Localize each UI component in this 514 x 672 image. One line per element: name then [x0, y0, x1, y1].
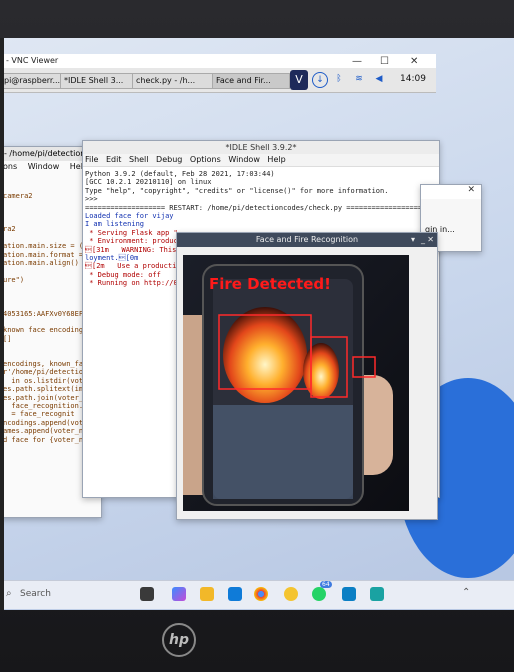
volume-icon[interactable]: ◀ — [372, 72, 386, 86]
menu-debug[interactable]: Debug — [156, 155, 182, 164]
chrome-icon[interactable] — [254, 587, 268, 601]
menu-window[interactable]: Window — [28, 162, 60, 171]
taskbar-tab-idle[interactable]: *IDLE Shell 3... — [60, 73, 134, 89]
taskbar-tab-face-fire[interactable]: Face and Fir... — [212, 73, 290, 89]
maximize-button[interactable]: ☐ — [380, 56, 389, 67]
menu-window[interactable]: Window — [228, 155, 260, 164]
bluetooth-icon[interactable]: ᛒ — [332, 72, 346, 86]
face-fire-titlebar: Face and Fire Recognition ▾ _ ✕ — [177, 233, 437, 247]
menu-help[interactable]: Help — [267, 155, 285, 164]
windows-taskbar: ⌕ Search 64 ⌃ — [0, 580, 514, 609]
minimize-icon[interactable]: _ — [421, 233, 425, 247]
minimize-button[interactable]: — — [352, 56, 362, 67]
whatsapp-icon[interactable] — [312, 587, 326, 601]
idle-title: *IDLE Shell 3.9.2* — [83, 141, 439, 154]
shell-line: Type "help", "copyright", "credits" or "… — [85, 186, 389, 195]
menu-shell[interactable]: Shell — [129, 155, 149, 164]
camera-feed: Fire Detected! — [183, 255, 409, 511]
clock: 14:09 — [400, 74, 426, 84]
collapse-icon[interactable]: ▾ — [411, 233, 415, 247]
file-explorer-icon[interactable] — [200, 587, 214, 601]
vnc-viewer-titlebar: - VNC Viewer — ☐ ✕ — [0, 54, 436, 68]
taskbar-tab-terminal[interactable]: pi@raspberr... — [0, 73, 62, 89]
menu-options[interactable]: Options — [190, 155, 221, 164]
shell-line: =================== RESTART: /home/pi/de… — [85, 203, 427, 212]
screen-bezel — [0, 38, 4, 610]
shell-line: Loaded face for vijay — [85, 212, 174, 221]
vnc-title: - VNC Viewer — [6, 56, 59, 65]
fire-blob-small — [303, 343, 339, 399]
shell-line: >>> — [85, 195, 98, 204]
shell-line: I am listening — [85, 220, 145, 229]
edge-icon[interactable] — [228, 587, 242, 601]
search-input[interactable]: Search — [20, 589, 51, 599]
update-icon[interactable]: ↓ — [312, 72, 328, 88]
close-button[interactable]: ✕ — [410, 56, 418, 67]
chevron-up-icon[interactable]: ⌃ — [462, 587, 470, 598]
notification-badge: 64 — [320, 581, 332, 588]
vnc-app-icon[interactable] — [342, 587, 356, 601]
menu-file[interactable]: File — [85, 155, 98, 164]
taskbar-tab-check[interactable]: check.py - /h... — [132, 73, 214, 89]
face-fire-title: Face and Fire Recognition — [255, 235, 359, 244]
app-icon[interactable] — [284, 587, 298, 601]
wifi-icon[interactable]: ≋ — [352, 72, 366, 86]
menu-options[interactable]: ons — [3, 162, 17, 171]
task-view-icon[interactable] — [140, 587, 154, 601]
close-icon[interactable]: ✕ — [427, 233, 434, 247]
shell-line: [GCC 10.2.1 20210110] on linux — [85, 178, 212, 187]
copilot-icon[interactable] — [172, 587, 186, 601]
search-icon[interactable]: ⌕ — [6, 588, 12, 599]
menu-edit[interactable]: Edit — [106, 155, 122, 164]
vnc-tray-icon[interactable]: V — [290, 70, 308, 90]
fire-alert-text: Fire Detected! — [209, 275, 331, 293]
idle-menu: File Edit Shell Debug Options Window Hel… — [83, 154, 439, 167]
pi-taskbar: pi@raspberr... *IDLE Shell 3... check.py… — [0, 68, 436, 93]
phone-reflection — [213, 405, 353, 499]
document-icon[interactable] — [370, 587, 384, 601]
close-icon[interactable]: ✕ — [421, 185, 481, 199]
hp-logo: hp — [162, 623, 196, 657]
face-fire-window: Face and Fire Recognition ▾ _ ✕ Fire Det… — [176, 232, 438, 520]
shell-line: Python 3.9.2 (default, Feb 28 2021, 17:0… — [85, 170, 275, 178]
